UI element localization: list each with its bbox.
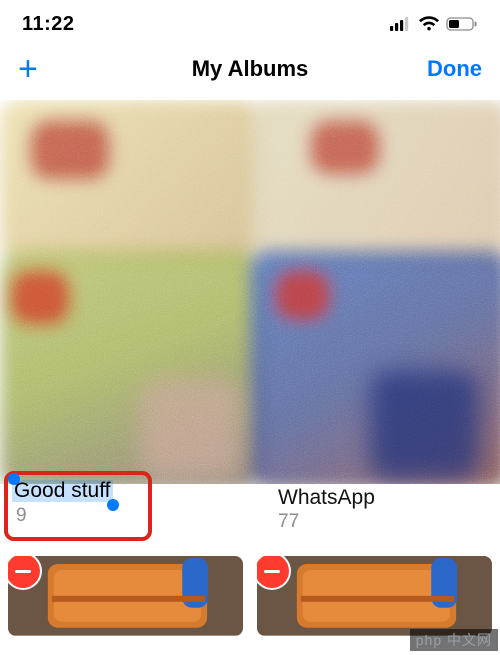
status-icons xyxy=(390,16,478,32)
selection-handle-end[interactable] xyxy=(107,499,119,511)
status-time: 11:22 xyxy=(22,13,75,36)
rename-text-field[interactable]: Good stuff xyxy=(14,479,111,503)
frosted-noise xyxy=(0,100,500,484)
screen: 11:22 + My Albums Done xyxy=(0,0,500,655)
album-title: WhatsApp xyxy=(278,486,492,510)
album-title-editing: Good stuff xyxy=(14,479,111,502)
done-button[interactable]: Done xyxy=(427,56,482,82)
watermark: php 中文网 xyxy=(410,629,498,651)
nav-bar: + My Albums Done xyxy=(0,44,500,100)
minus-icon xyxy=(15,570,31,573)
rename-highlight-box: Good stuff 9 xyxy=(4,471,152,541)
cellular-icon xyxy=(390,17,412,31)
battery-icon xyxy=(446,17,478,31)
album-thumbnail[interactable] xyxy=(8,556,243,636)
page-title: My Albums xyxy=(192,56,309,82)
minus-icon xyxy=(264,570,280,573)
album-thumbnail[interactable] xyxy=(257,556,492,636)
selection-handle-start[interactable] xyxy=(8,473,20,485)
album-count: 9 xyxy=(16,505,140,527)
album-count: 77 xyxy=(278,511,492,533)
album-thumbnails-blurred xyxy=(0,100,500,484)
wifi-icon xyxy=(418,16,440,32)
add-album-button[interactable]: + xyxy=(18,52,38,86)
next-album-row xyxy=(0,552,500,636)
status-bar: 11:22 xyxy=(0,0,500,44)
watermark-text: php 中文网 xyxy=(416,632,492,648)
album-item-whatsapp[interactable]: WhatsApp 77 xyxy=(278,486,492,546)
